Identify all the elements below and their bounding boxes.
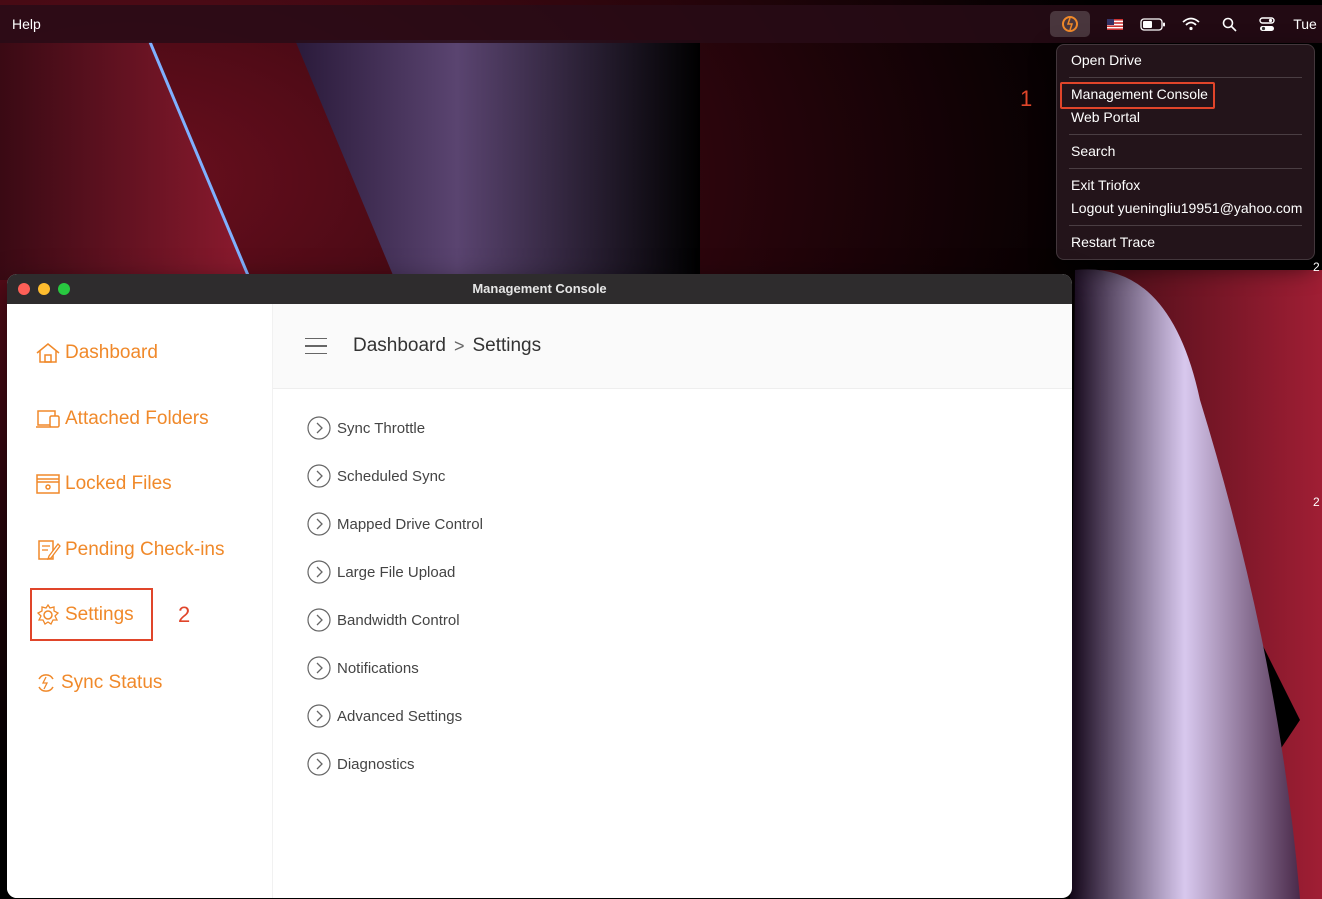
menu-item-open-drive[interactable]: Open Drive (1057, 49, 1314, 72)
setting-diagnostics[interactable]: Diagnostics (307, 752, 483, 800)
sidebar-item-dashboard[interactable]: Dashboard (35, 336, 158, 370)
control-center-icon[interactable] (1254, 11, 1280, 37)
home-icon (36, 343, 60, 363)
chevron-circle-icon (307, 656, 331, 680)
menu-item-exit-triofox[interactable]: Exit Triofox (1057, 174, 1314, 197)
page-header: Dashboard > Settings (273, 304, 1072, 389)
window-titlebar[interactable]: Management Console (7, 274, 1072, 304)
chevron-circle-icon (307, 464, 331, 488)
setting-sync-throttle[interactable]: Sync Throttle (307, 416, 483, 464)
setting-scheduled-sync[interactable]: Scheduled Sync (307, 464, 483, 512)
help-menu[interactable]: Help (12, 16, 41, 32)
edge-clipped-text: 2 (1313, 495, 1320, 509)
main-content: Dashboard > Settings Sync Throttle Sched… (273, 304, 1072, 898)
annotation-step-1: 1 (1020, 86, 1033, 111)
status-area: Tue (1044, 5, 1322, 43)
breadcrumb: Dashboard > Settings (353, 335, 541, 357)
chevron-circle-icon (307, 752, 331, 776)
us-flag-input-icon[interactable] (1102, 11, 1128, 37)
edge-clipped-text: 2 (1313, 260, 1320, 274)
setting-label: Notifications (337, 660, 419, 677)
breadcrumb-separator: > (453, 335, 465, 356)
setting-notifications[interactable]: Notifications (307, 656, 483, 704)
annotation-step-2: 2 (178, 602, 191, 627)
annotation-box-management-console (1060, 82, 1215, 109)
sidebar-item-locked-files[interactable]: Locked Files (35, 467, 172, 501)
setting-large-file-upload[interactable]: Large File Upload (307, 560, 483, 608)
setting-mapped-drive-control[interactable]: Mapped Drive Control (307, 512, 483, 560)
triofox-dropdown-menu: Open Drive Management Console Web Portal… (1056, 44, 1315, 260)
folders-icon (36, 410, 60, 428)
menu-bar: Help Tue (0, 5, 1322, 43)
sidebar: Dashboard Attached Folders Locked Files … (7, 304, 273, 898)
setting-bandwidth-control[interactable]: Bandwidth Control (307, 608, 483, 656)
setting-label: Sync Throttle (337, 420, 426, 437)
menu-separator (1069, 168, 1302, 169)
sidebar-item-sync-status[interactable]: Sync Status (35, 666, 162, 700)
minimize-window-button[interactable] (38, 283, 50, 295)
hamburger-menu-icon[interactable] (305, 337, 327, 355)
chevron-circle-icon (307, 704, 331, 728)
sidebar-item-label: Sync Status (61, 672, 163, 693)
menu-separator (1069, 134, 1302, 135)
triofox-tray-icon[interactable] (1050, 11, 1090, 37)
window-controls (18, 283, 70, 295)
setting-advanced-settings[interactable]: Advanced Settings (307, 704, 483, 752)
locked-files-icon (36, 474, 60, 494)
wifi-icon[interactable] (1178, 11, 1204, 37)
menu-separator (1069, 77, 1302, 78)
sidebar-item-label: Locked Files (65, 473, 172, 494)
close-window-button[interactable] (18, 283, 30, 295)
battery-icon[interactable] (1140, 11, 1166, 37)
menu-item-search[interactable]: Search (1057, 140, 1314, 163)
menu-separator (1069, 225, 1302, 226)
setting-label: Advanced Settings (337, 708, 463, 725)
setting-label: Bandwidth Control (337, 612, 460, 629)
sync-icon (38, 674, 54, 692)
setting-label: Scheduled Sync (337, 468, 446, 485)
settings-list: Sync Throttle Scheduled Sync Mapped Driv… (307, 416, 483, 800)
window-title: Management Console (472, 281, 607, 296)
sidebar-item-label: Dashboard (65, 342, 158, 363)
breadcrumb-dashboard[interactable]: Dashboard (353, 335, 446, 357)
zoom-window-button[interactable] (58, 283, 70, 295)
breadcrumb-current: Settings (472, 335, 542, 356)
chevron-circle-icon (307, 512, 331, 536)
menu-item-web-portal[interactable]: Web Portal (1057, 106, 1314, 129)
chevron-circle-icon (307, 416, 331, 440)
setting-label: Large File Upload (337, 564, 456, 581)
menubar-clock[interactable]: Tue (1292, 11, 1318, 37)
chevron-circle-icon (307, 608, 331, 632)
menu-item-logout[interactable]: Logout yueningliu19951@yahoo.com (1057, 197, 1314, 220)
spotlight-search-icon[interactable] (1216, 11, 1242, 37)
pending-checkins-icon (38, 540, 61, 561)
sidebar-item-pending-checkins[interactable]: Pending Check-ins (35, 533, 224, 567)
setting-label: Mapped Drive Control (337, 516, 483, 533)
sidebar-item-attached-folders[interactable]: Attached Folders (35, 402, 209, 436)
menu-item-restart-trace[interactable]: Restart Trace (1057, 231, 1314, 254)
chevron-circle-icon (307, 560, 331, 584)
annotation-box-settings (30, 588, 153, 641)
sidebar-item-label: Attached Folders (65, 408, 209, 429)
management-console-window: Management Console Dashboard Attached Fo… (7, 274, 1072, 898)
sidebar-item-label: Pending Check-ins (65, 539, 225, 560)
setting-label: Diagnostics (337, 756, 415, 773)
